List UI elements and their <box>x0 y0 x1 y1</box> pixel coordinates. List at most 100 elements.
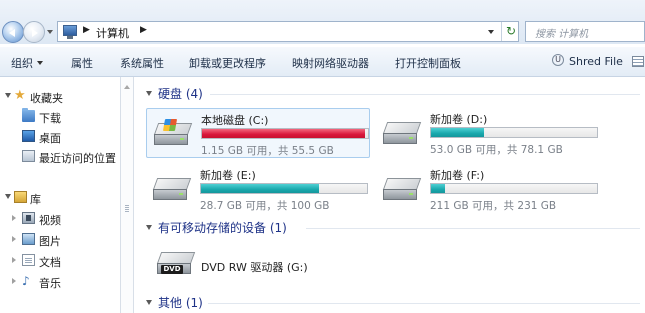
group-other-label: 其他 (1) <box>158 296 203 310</box>
group-divider <box>210 94 640 95</box>
nav-libraries-label: 库 <box>30 193 41 206</box>
nav-recent-places[interactable]: 最近访问的位置 <box>0 148 120 166</box>
computer-icon <box>63 25 77 39</box>
drive-f[interactable]: 新加卷 (F:) 211 GB 可用，共 231 GB <box>376 164 600 214</box>
drive-d[interactable]: 新加卷 (D:) 53.0 GB 可用，共 78.1 GB <box>376 108 600 158</box>
nav-downloads[interactable]: 下载 <box>0 108 120 126</box>
drive-f-usage-fill <box>431 184 446 193</box>
drive-c[interactable]: 本地磁盘 (C:) 1.15 GB 可用，共 55.5 GB <box>146 108 370 158</box>
hard-drive-icon <box>382 122 422 148</box>
drive-f-name: 新加卷 (F:) <box>430 169 485 182</box>
hard-drive-icon <box>152 178 192 204</box>
drive-d-usage-fill <box>431 128 485 137</box>
nav-pictures-label: 图片 <box>39 235 61 248</box>
address-bar-area: ▶ 计算机 ▶ ↻ 搜索 计算机 <box>0 0 645 44</box>
address-history-dropdown[interactable] <box>488 30 494 34</box>
scroll-up-arrow-icon[interactable] <box>124 85 130 89</box>
system-drive-icon <box>153 119 193 149</box>
drive-f-space: 211 GB 可用，共 231 GB <box>430 200 557 212</box>
breadcrumb-computer[interactable]: 计算机 <box>96 25 129 41</box>
drive-dvd-name: DVD RW 驱动器 (G:) <box>201 261 308 274</box>
nav-desktop[interactable]: 桌面 <box>0 128 120 146</box>
drive-c-name: 本地磁盘 (C:) <box>201 114 269 127</box>
group-hard-disks-label: 硬盘 (4) <box>158 87 203 101</box>
collapse-arrow-icon[interactable] <box>12 278 16 284</box>
splitter-grip-icon[interactable] <box>125 205 129 213</box>
navigation-pane: ★ 收藏夹 下载 桌面 最近访问的位置 库 视频 图片 文档 ♪ 音乐 <box>0 77 120 313</box>
collapse-arrow-icon[interactable] <box>12 236 16 242</box>
drive-c-usage-fill <box>202 129 365 138</box>
nav-documents-label: 文档 <box>39 256 61 269</box>
forward-button[interactable] <box>23 21 45 43</box>
expand-arrow-icon[interactable] <box>146 225 152 230</box>
breadcrumb-separator-icon[interactable]: ▶ <box>140 25 147 35</box>
address-bar[interactable]: ▶ 计算机 ▶ ↻ <box>57 21 519 42</box>
group-divider <box>306 228 640 229</box>
nav-recent-label: 最近访问的位置 <box>39 152 116 165</box>
open-control-panel-button[interactable]: 打开控制面板 <box>395 55 461 71</box>
expand-arrow-icon[interactable] <box>5 194 11 199</box>
map-network-drive-button[interactable]: 映射网络驱动器 <box>292 55 369 71</box>
chevron-down-icon <box>37 61 43 65</box>
nav-favorites[interactable]: ★ 收藏夹 <box>0 88 120 106</box>
documents-icon <box>22 254 35 266</box>
collapse-arrow-icon[interactable] <box>12 257 16 263</box>
group-hard-disks[interactable]: 硬盘 (4) <box>146 85 645 103</box>
dvd-drive-icon: DVD <box>156 252 196 278</box>
group-other[interactable]: 其他 (1) <box>146 294 645 312</box>
pictures-icon <box>22 233 35 245</box>
command-bar: 组织 属性 系统属性 卸载或更改程序 映射网络驱动器 打开控制面板 U Shre… <box>0 47 645 77</box>
nav-downloads-label: 下载 <box>39 112 61 125</box>
drive-led-icon <box>180 138 184 140</box>
drive-e-usage-fill <box>201 184 320 193</box>
collapse-arrow-icon[interactable] <box>12 215 16 221</box>
organize-label: 组织 <box>11 57 33 70</box>
windows-logo-icon <box>162 119 178 131</box>
star-icon: ★ <box>14 88 26 103</box>
refresh-icon[interactable]: ↻ <box>501 22 520 41</box>
drive-led-icon <box>409 137 413 139</box>
drive-e-space: 28.7 GB 可用，共 100 GB <box>200 200 330 212</box>
nav-music[interactable]: ♪ 音乐 <box>0 273 120 291</box>
downloads-folder-icon <box>22 108 35 122</box>
shred-file-button[interactable]: Shred File <box>569 55 623 68</box>
drive-led-icon <box>409 193 413 195</box>
search-input[interactable]: 搜索 计算机 <box>525 21 645 42</box>
recent-pages-dropdown[interactable] <box>47 30 53 34</box>
uninstall-program-button[interactable]: 卸载或更改程序 <box>189 55 266 71</box>
recent-places-icon <box>22 150 35 162</box>
drive-e-usage-bar <box>200 183 368 194</box>
drive-dvd[interactable]: DVD DVD RW 驱动器 (G:) <box>150 246 340 282</box>
desktop-icon <box>22 130 35 142</box>
video-icon <box>22 212 35 224</box>
search-placeholder: 搜索 计算机 <box>535 29 589 40</box>
organize-button[interactable]: 组织 <box>11 55 43 71</box>
drive-e[interactable]: 新加卷 (E:) 28.7 GB 可用，共 100 GB <box>146 164 370 214</box>
expand-arrow-icon[interactable] <box>146 91 152 96</box>
drive-led-icon <box>179 193 183 195</box>
group-removable-storage[interactable]: 有可移动存储的设备 (1) <box>146 219 645 237</box>
expand-arrow-icon[interactable] <box>146 300 152 305</box>
drive-d-space: 53.0 GB 可用，共 78.1 GB <box>430 144 563 156</box>
expand-arrow-icon[interactable] <box>5 93 11 98</box>
nav-libraries[interactable]: 库 <box>0 189 120 207</box>
properties-button[interactable]: 属性 <box>71 55 93 71</box>
hard-drive-icon <box>382 178 422 204</box>
nav-pictures[interactable]: 图片 <box>0 231 120 249</box>
nav-documents[interactable]: 文档 <box>0 252 120 270</box>
system-properties-button[interactable]: 系统属性 <box>120 55 164 71</box>
drive-c-usage-bar <box>201 128 369 139</box>
nav-video[interactable]: 视频 <box>0 210 120 228</box>
nav-desktop-label: 桌面 <box>39 132 61 145</box>
group-divider <box>208 303 640 304</box>
back-button[interactable] <box>2 21 24 43</box>
music-icon: ♪ <box>22 274 30 288</box>
nav-video-label: 视频 <box>39 214 61 227</box>
view-options-icon[interactable] <box>632 56 644 67</box>
pane-splitter[interactable] <box>120 77 134 313</box>
shred-icon[interactable]: U <box>552 54 564 66</box>
dvd-badge: DVD <box>161 265 183 274</box>
breadcrumb-separator-icon[interactable]: ▶ <box>83 25 90 35</box>
drive-e-name: 新加卷 (E:) <box>200 169 256 182</box>
drive-d-name: 新加卷 (D:) <box>430 113 488 126</box>
